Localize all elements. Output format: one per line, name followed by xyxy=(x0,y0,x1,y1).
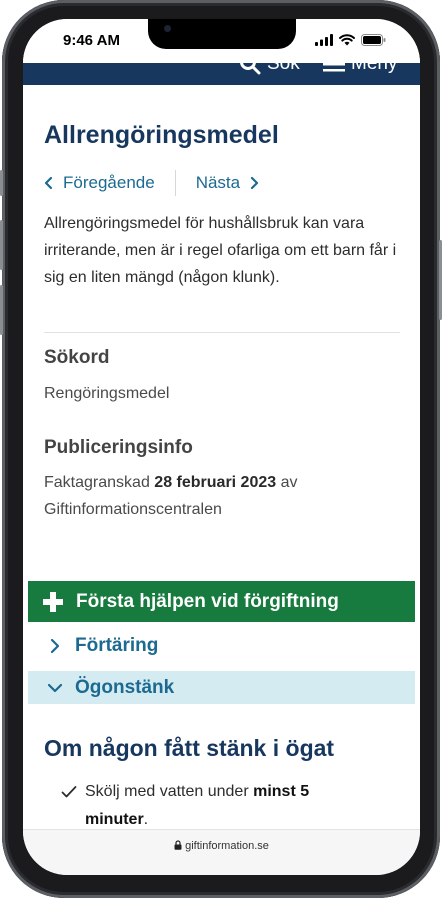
accordion-eye-splash-label: Ögonstänk xyxy=(75,676,175,698)
review-date: 28 februari 2023 xyxy=(154,474,277,491)
first-aid-banner[interactable]: Första hjälpen vid förgiftning xyxy=(28,581,415,622)
plus-icon xyxy=(43,591,63,612)
keywords-heading: Sökord xyxy=(44,347,110,368)
accordion-ingestion[interactable]: Förtäring xyxy=(28,629,415,662)
instruction-end: . xyxy=(143,811,149,828)
review-suffix: av xyxy=(280,474,298,491)
search-icon xyxy=(240,63,261,75)
divider xyxy=(44,332,400,333)
wifi-icon xyxy=(339,34,355,46)
phone-screen: 9:46 AM Sök Meny Allrengöringsmedel Före… xyxy=(23,19,420,875)
camera-icon xyxy=(164,25,171,32)
eye-section-heading: Om någon fått stänk i ögat xyxy=(44,735,335,761)
article-lead: Allrengöringsmedel för hushållsbruk kan … xyxy=(44,215,397,286)
publication-info: Faktagranskad 28 februari 2023 av Giftin… xyxy=(44,469,384,523)
publication-heading: Publiceringsinfo xyxy=(44,437,193,458)
next-label: Nästa xyxy=(195,173,241,192)
url-display: giftinformation.se xyxy=(23,840,420,852)
status-bar: 9:46 AM xyxy=(23,19,420,63)
checkmark-icon xyxy=(61,786,77,798)
previous-link[interactable]: Föregående xyxy=(43,173,155,193)
battery-icon xyxy=(361,34,386,46)
pager-divider xyxy=(174,170,176,196)
status-time: 9:46 AM xyxy=(63,32,120,49)
search-label: Sök xyxy=(267,63,300,74)
keyword-value: Rengöringsmedel xyxy=(44,385,170,402)
site-header: Sök Meny xyxy=(23,63,420,85)
instruction-text: Skölj med vatten under minst 5 minuter. xyxy=(85,778,361,834)
chevron-right-icon xyxy=(50,638,60,653)
accordion-ingestion-label: Förtäring xyxy=(75,634,159,656)
chevron-left-icon xyxy=(44,176,53,190)
first-aid-title: Första hjälpen vid förgiftning xyxy=(76,590,339,612)
volume-up-button xyxy=(0,220,3,270)
volume-down-button xyxy=(0,285,3,335)
instruction-item: Skölj med vatten under minst 5 minuter. xyxy=(61,778,361,834)
url-text: giftinformation.se xyxy=(185,840,269,852)
previous-label: Föregående xyxy=(63,173,155,192)
signal-icon xyxy=(315,34,333,46)
browser-url-bar[interactable]: giftinformation.se xyxy=(23,829,420,875)
lock-icon xyxy=(174,840,182,850)
menu-label: Meny xyxy=(351,63,398,74)
review-org: Giftinformationscentralen xyxy=(44,501,222,518)
notch xyxy=(148,19,296,49)
chevron-right-icon xyxy=(251,176,259,190)
search-button[interactable]: Sök xyxy=(239,63,300,75)
review-prefix: Faktagranskad xyxy=(44,474,150,491)
hamburger-icon xyxy=(323,63,345,72)
menu-button[interactable]: Meny xyxy=(323,63,397,75)
instruction-main: Skölj med vatten under xyxy=(85,783,249,800)
article-pager: Föregående Nästa xyxy=(43,170,260,196)
accordion-eye-splash[interactable]: Ögonstänk xyxy=(28,671,415,704)
next-link[interactable]: Nästa xyxy=(196,173,260,193)
chevron-down-icon xyxy=(47,683,63,692)
side-button xyxy=(0,170,3,196)
status-icons xyxy=(315,33,386,47)
page-title: Allrengöringsmedel xyxy=(44,121,279,149)
